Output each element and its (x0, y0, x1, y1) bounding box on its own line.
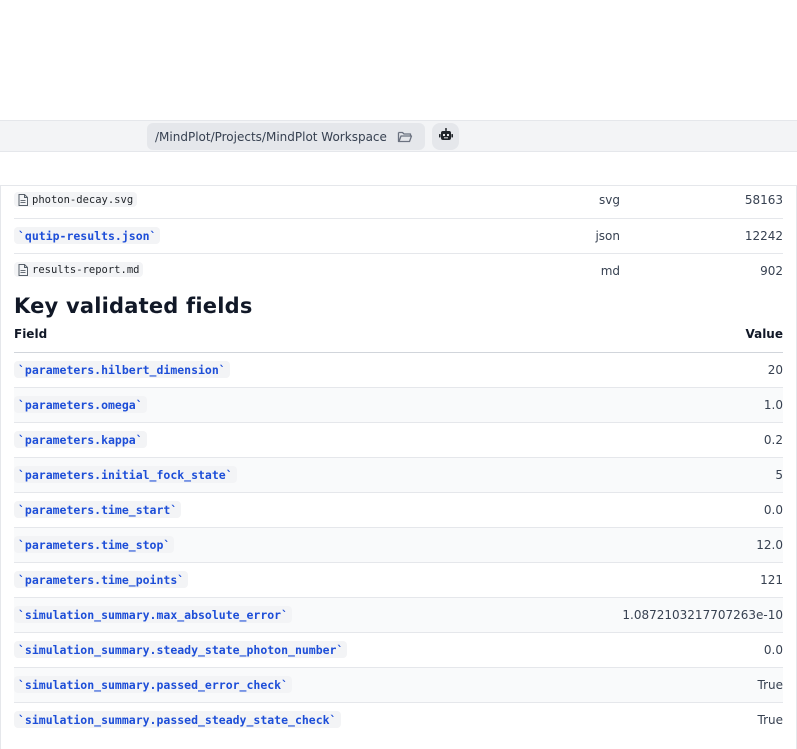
field-value: 121 (533, 562, 783, 598)
robot-icon (438, 127, 454, 146)
file-link[interactable]: photon-decay.svg (14, 191, 138, 207)
table-row: `parameters.time_points` 121 (14, 562, 783, 598)
assistant-button[interactable] (432, 123, 459, 150)
report-content: photon-decay.svg svg 58163 `qutip-result… (0, 186, 797, 749)
field-name: `parameters.omega` (14, 396, 147, 413)
table-row: photon-decay.svg svg 58163 (14, 186, 783, 219)
field-name: `parameters.kappa` (14, 431, 147, 448)
table-row: `simulation_summary.steady_state_photon_… (14, 632, 783, 668)
toolbar-spacer (0, 152, 797, 186)
field-name: `parameters.time_start` (14, 501, 182, 518)
file-type: json (554, 218, 620, 254)
table-row: `parameters.initial_fock_state` 5 (14, 457, 783, 493)
table-row: `parameters.time_stop` 12.0 (14, 527, 783, 563)
top-blank-area (0, 0, 797, 120)
field-value: True (533, 667, 783, 703)
file-size: 12242 (620, 218, 783, 254)
folder-open-icon[interactable] (397, 129, 413, 143)
table-row: `qutip-results.json` json 12242 (14, 218, 783, 254)
field-value: True (757, 712, 784, 727)
file-link[interactable]: results-report.md (14, 262, 144, 278)
key-fields-table: Field Value `parameters.hilbert_dimensio… (14, 316, 783, 737)
table-row: `parameters.kappa` 0.2 (14, 422, 783, 458)
field-name: `simulation_summary.steady_state_photon_… (14, 641, 348, 658)
table-row: `parameters.hilbert_dimension` 20 (14, 352, 783, 388)
file-size: 902 (760, 263, 783, 278)
field-value: 0.0 (533, 632, 783, 668)
field-name: `parameters.initial_fock_state` (14, 466, 237, 483)
field-name: `parameters.time_stop` (14, 536, 175, 553)
field-value: 1.0 (533, 387, 783, 423)
table-row: `parameters.omega` 1.0 (14, 387, 783, 423)
file-type: md (600, 263, 620, 278)
path-pill[interactable]: /MindPlot/Projects/MindPlot Workspace (147, 123, 425, 150)
files-table: photon-decay.svg svg 58163 `qutip-result… (14, 186, 783, 288)
table-row: `simulation_summary.passed_steady_state_… (14, 702, 783, 737)
table-row: `simulation_summary.passed_error_check` … (14, 667, 783, 703)
field-name: `parameters.time_points` (14, 571, 189, 588)
file-name: results-report.md (32, 264, 140, 277)
table-row: `simulation_summary.max_absolute_error` … (14, 597, 783, 633)
field-name: `simulation_summary.passed_steady_state_… (14, 711, 341, 729)
table-row: results-report.md md 902 (14, 253, 783, 288)
field-value: 20 (533, 352, 783, 388)
file-icon (18, 264, 28, 277)
path-bar: /MindPlot/Projects/MindPlot Workspace (0, 120, 797, 152)
column-header-field: Field (14, 316, 533, 353)
table-row: `parameters.time_start` 0.0 (14, 492, 783, 528)
file-icon (18, 193, 28, 206)
file-type: svg (554, 186, 620, 219)
file-size: 58163 (620, 186, 783, 219)
field-value: 1.0872103217707263e-10 (533, 597, 783, 633)
field-name: `parameters.hilbert_dimension` (14, 361, 230, 378)
field-value: 5 (533, 457, 783, 493)
field-name: `simulation_summary.passed_error_check` (14, 676, 293, 693)
file-name: photon-decay.svg (32, 193, 134, 206)
section-heading: Key validated fields (14, 294, 253, 318)
workspace-path: /MindPlot/Projects/MindPlot Workspace (155, 129, 387, 144)
column-header-value: Value (533, 316, 783, 353)
field-name: `simulation_summary.max_absolute_error` (14, 606, 293, 623)
field-value: 0.2 (533, 422, 783, 458)
field-value: 12.0 (533, 527, 783, 563)
file-name-code: `qutip-results.json` (14, 227, 161, 244)
field-value: 0.0 (533, 492, 783, 528)
